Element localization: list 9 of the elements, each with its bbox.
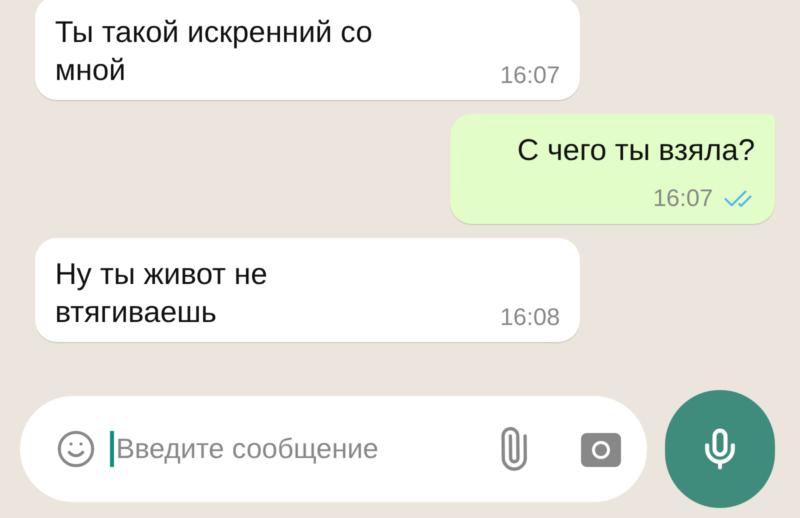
message-text: С чего ты взяла? <box>517 133 755 169</box>
message-time: 16:08 <box>500 304 560 332</box>
message-time: 16:07 <box>652 185 713 213</box>
message-text: Ну ты живот не втягиваешь <box>55 257 268 331</box>
text-cursor <box>110 431 114 467</box>
message-input-field[interactable]: Введите сообщение <box>116 428 477 470</box>
message-text: Ты такой искренний со мной <box>55 15 374 89</box>
message-time: 16:07 <box>500 62 560 90</box>
emoji-icon[interactable] <box>56 429 96 469</box>
